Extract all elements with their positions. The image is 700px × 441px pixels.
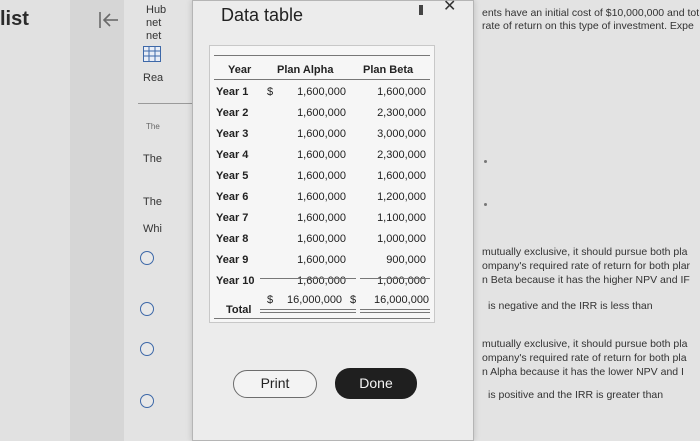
done-button[interactable]: Done	[335, 368, 417, 399]
row-year-cell: Year 8	[216, 233, 249, 245]
option-a-line: ompany's required rate of return for bot…	[482, 260, 691, 272]
row-alpha-value: 1,600,000	[297, 212, 346, 224]
left-strip	[0, 0, 70, 441]
header-plan-alpha: Plan Alpha	[277, 64, 334, 76]
header-year: Year	[228, 64, 252, 76]
answer-radio-b[interactable]	[140, 302, 154, 316]
table-grid-icon[interactable]	[143, 46, 161, 62]
option-d-text: is positive and the IRR is greater than	[488, 389, 664, 401]
option-b-text: is negative and the IRR is less than	[488, 300, 653, 312]
table-top-rule	[214, 55, 430, 56]
answer-radio-c[interactable]	[140, 342, 154, 356]
total-beta-currency: $	[350, 294, 357, 306]
page-title: list	[0, 8, 29, 30]
row-year-cell: Year 5	[216, 170, 249, 182]
row-alpha-value: 1,600,000	[297, 149, 346, 161]
data-table-dialog: Data table ✕ Year Plan Alpha Plan Beta Y…	[192, 0, 474, 441]
minimize-icon[interactable]	[419, 5, 423, 15]
row-year-cell: Year 6	[216, 191, 249, 203]
divider	[138, 103, 194, 104]
bullet-dot	[484, 203, 487, 206]
table-bottom-rule	[214, 318, 430, 319]
print-button[interactable]: Print	[233, 370, 317, 398]
row-beta-value: 1,600,000	[377, 170, 426, 182]
total-alpha-value: 16,000,000	[287, 294, 343, 306]
left-text-line: net	[146, 30, 162, 42]
close-icon[interactable]: ✕	[443, 0, 461, 17]
row-year-cell: Year 2	[216, 107, 249, 119]
collapse-sidebar-icon[interactable]	[94, 6, 122, 34]
option-c-line: mutually exclusive, it should pursue bot…	[482, 338, 688, 350]
row-year-cell: Year 9	[216, 254, 249, 266]
option-a-line: mutually exclusive, it should pursue bot…	[482, 246, 688, 258]
row-year-cell: Year 3	[216, 128, 249, 140]
row-year-cell: Year 4	[216, 149, 249, 161]
row-year-cell: Year 10	[216, 275, 255, 287]
left-text-the: The	[146, 122, 160, 131]
row-beta-value: 3,000,000	[377, 128, 426, 140]
beta-subtotal-rule	[360, 278, 430, 279]
dialog-title: Data table	[221, 5, 304, 25]
row-alpha-value: 1,600,000	[297, 191, 346, 203]
row-alpha-value: 1,600,000	[297, 275, 346, 287]
header-plan-beta: Plan Beta	[363, 64, 414, 76]
left-text-rea: Rea	[143, 72, 164, 84]
row-alpha-value: 1,600,000	[297, 254, 346, 266]
question-text-line: ents have an initial cost of $10,000,000…	[482, 7, 700, 19]
row-beta-value: 1,200,000	[377, 191, 426, 203]
row-year-cell: Year 1	[216, 86, 249, 98]
question-text-line: rate of return on this type of investmen…	[482, 20, 694, 32]
option-a-line: n Beta because it has the higher NPV and…	[482, 274, 690, 286]
data-table: Year Plan Alpha Plan Beta Year 1 $1,600,0…	[209, 45, 435, 323]
header-rule	[214, 79, 430, 80]
total-beta-value: 16,000,000	[374, 294, 430, 306]
row-beta-value: 1,600,000	[377, 86, 426, 98]
answer-radio-a[interactable]	[140, 251, 154, 265]
row-alpha-value: 1,600,000	[297, 107, 346, 119]
row-alpha-value: 1,600,000	[297, 170, 346, 182]
total-label: Total	[226, 304, 252, 316]
row-alpha-value: 1,600,000	[297, 233, 346, 245]
row-alpha-currency: $	[267, 86, 274, 98]
left-text-line: net	[146, 17, 162, 29]
beta-total-double-rule	[360, 309, 430, 313]
left-text-the: The	[143, 153, 162, 165]
alpha-total-double-rule	[260, 309, 356, 313]
row-beta-value: 2,300,000	[377, 107, 426, 119]
left-text-the: The	[143, 196, 162, 208]
row-beta-value: 1,100,000	[377, 212, 426, 224]
option-c-line: n Alpha because it has the lower NPV and…	[482, 366, 684, 378]
total-alpha-currency: $	[267, 294, 274, 306]
answer-radio-d[interactable]	[140, 394, 154, 408]
row-beta-value: 1,000,000	[377, 275, 426, 287]
option-c-line: ompany's required rate of return for bot…	[482, 352, 687, 364]
row-beta-value: 2,300,000	[377, 149, 426, 161]
left-text-whi: Whi	[143, 223, 162, 235]
row-beta-value: 1,000,000	[377, 233, 426, 245]
row-alpha-value: 1,600,000	[297, 128, 346, 140]
bullet-dot	[484, 160, 487, 163]
left-text-line: Hub	[146, 4, 167, 16]
row-beta-value: 900,000	[386, 254, 426, 266]
row-alpha-value: 1,600,000	[297, 86, 346, 98]
alpha-subtotal-rule	[260, 278, 356, 279]
row-year-cell: Year 7	[216, 212, 249, 224]
